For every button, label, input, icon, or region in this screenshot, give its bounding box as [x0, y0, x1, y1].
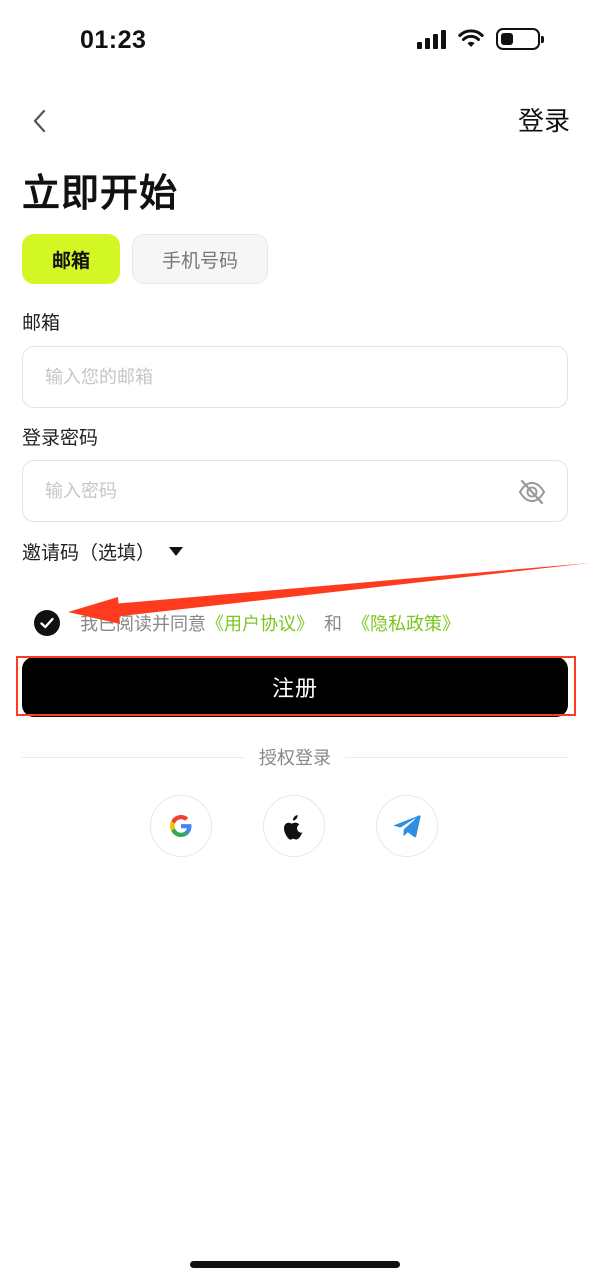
signal-icon — [417, 29, 446, 49]
and-text: 和 — [324, 614, 342, 635]
invite-code-label: 邀请码（选填） — [22, 542, 156, 564]
apple-icon — [284, 815, 303, 840]
telegram-icon — [393, 815, 421, 838]
register-button[interactable]: 注册 — [22, 657, 568, 717]
email-label: 邮箱 — [22, 312, 61, 334]
status-time: 01:23 — [80, 26, 147, 54]
battery-icon — [496, 28, 544, 50]
agreement-checkbox[interactable] — [34, 610, 60, 636]
top-nav: 登录 — [0, 95, 590, 145]
check-icon — [40, 617, 54, 629]
back-button[interactable] — [24, 103, 54, 139]
apple-login-button[interactable] — [263, 795, 325, 857]
status-icons — [417, 28, 544, 50]
agreement-text: 我已阅读并同意 — [80, 614, 206, 635]
google-icon — [170, 815, 192, 837]
eye-off-icon[interactable] — [517, 477, 547, 507]
auth-divider: 授权登录 — [22, 744, 568, 770]
telegram-login-button[interactable] — [376, 795, 438, 857]
user-agreement-link[interactable]: 《用户协议》 — [206, 610, 314, 636]
google-login-button[interactable] — [150, 795, 212, 857]
auth-divider-label: 授权登录 — [259, 748, 331, 769]
email-field-box — [22, 346, 568, 408]
password-field[interactable] — [45, 480, 505, 502]
tab-email[interactable]: 邮箱 — [22, 234, 120, 284]
password-field-box — [22, 460, 568, 522]
page-title: 立即开始 — [22, 171, 179, 215]
tab-phone[interactable]: 手机号码 — [132, 234, 268, 284]
login-link[interactable]: 登录 — [518, 101, 570, 138]
divider-line — [22, 756, 245, 758]
home-indicator — [190, 1261, 400, 1268]
divider-line — [345, 756, 568, 758]
password-label: 登录密码 — [22, 427, 99, 449]
agreement-row: 我已阅读并同意 《用户协议》 和 《隐私政策》 — [34, 610, 460, 636]
invite-code-toggle[interactable]: 邀请码（选填） — [22, 538, 184, 565]
chevron-left-icon — [33, 109, 46, 133]
privacy-policy-link[interactable]: 《隐私政策》 — [352, 610, 460, 636]
social-login-row — [150, 795, 438, 857]
wifi-icon — [458, 29, 484, 47]
caret-down-icon — [169, 547, 184, 556]
status-bar: 01:23 — [0, 0, 590, 80]
login-method-tabs: 邮箱 手机号码 — [22, 234, 268, 284]
email-field[interactable] — [45, 366, 505, 388]
